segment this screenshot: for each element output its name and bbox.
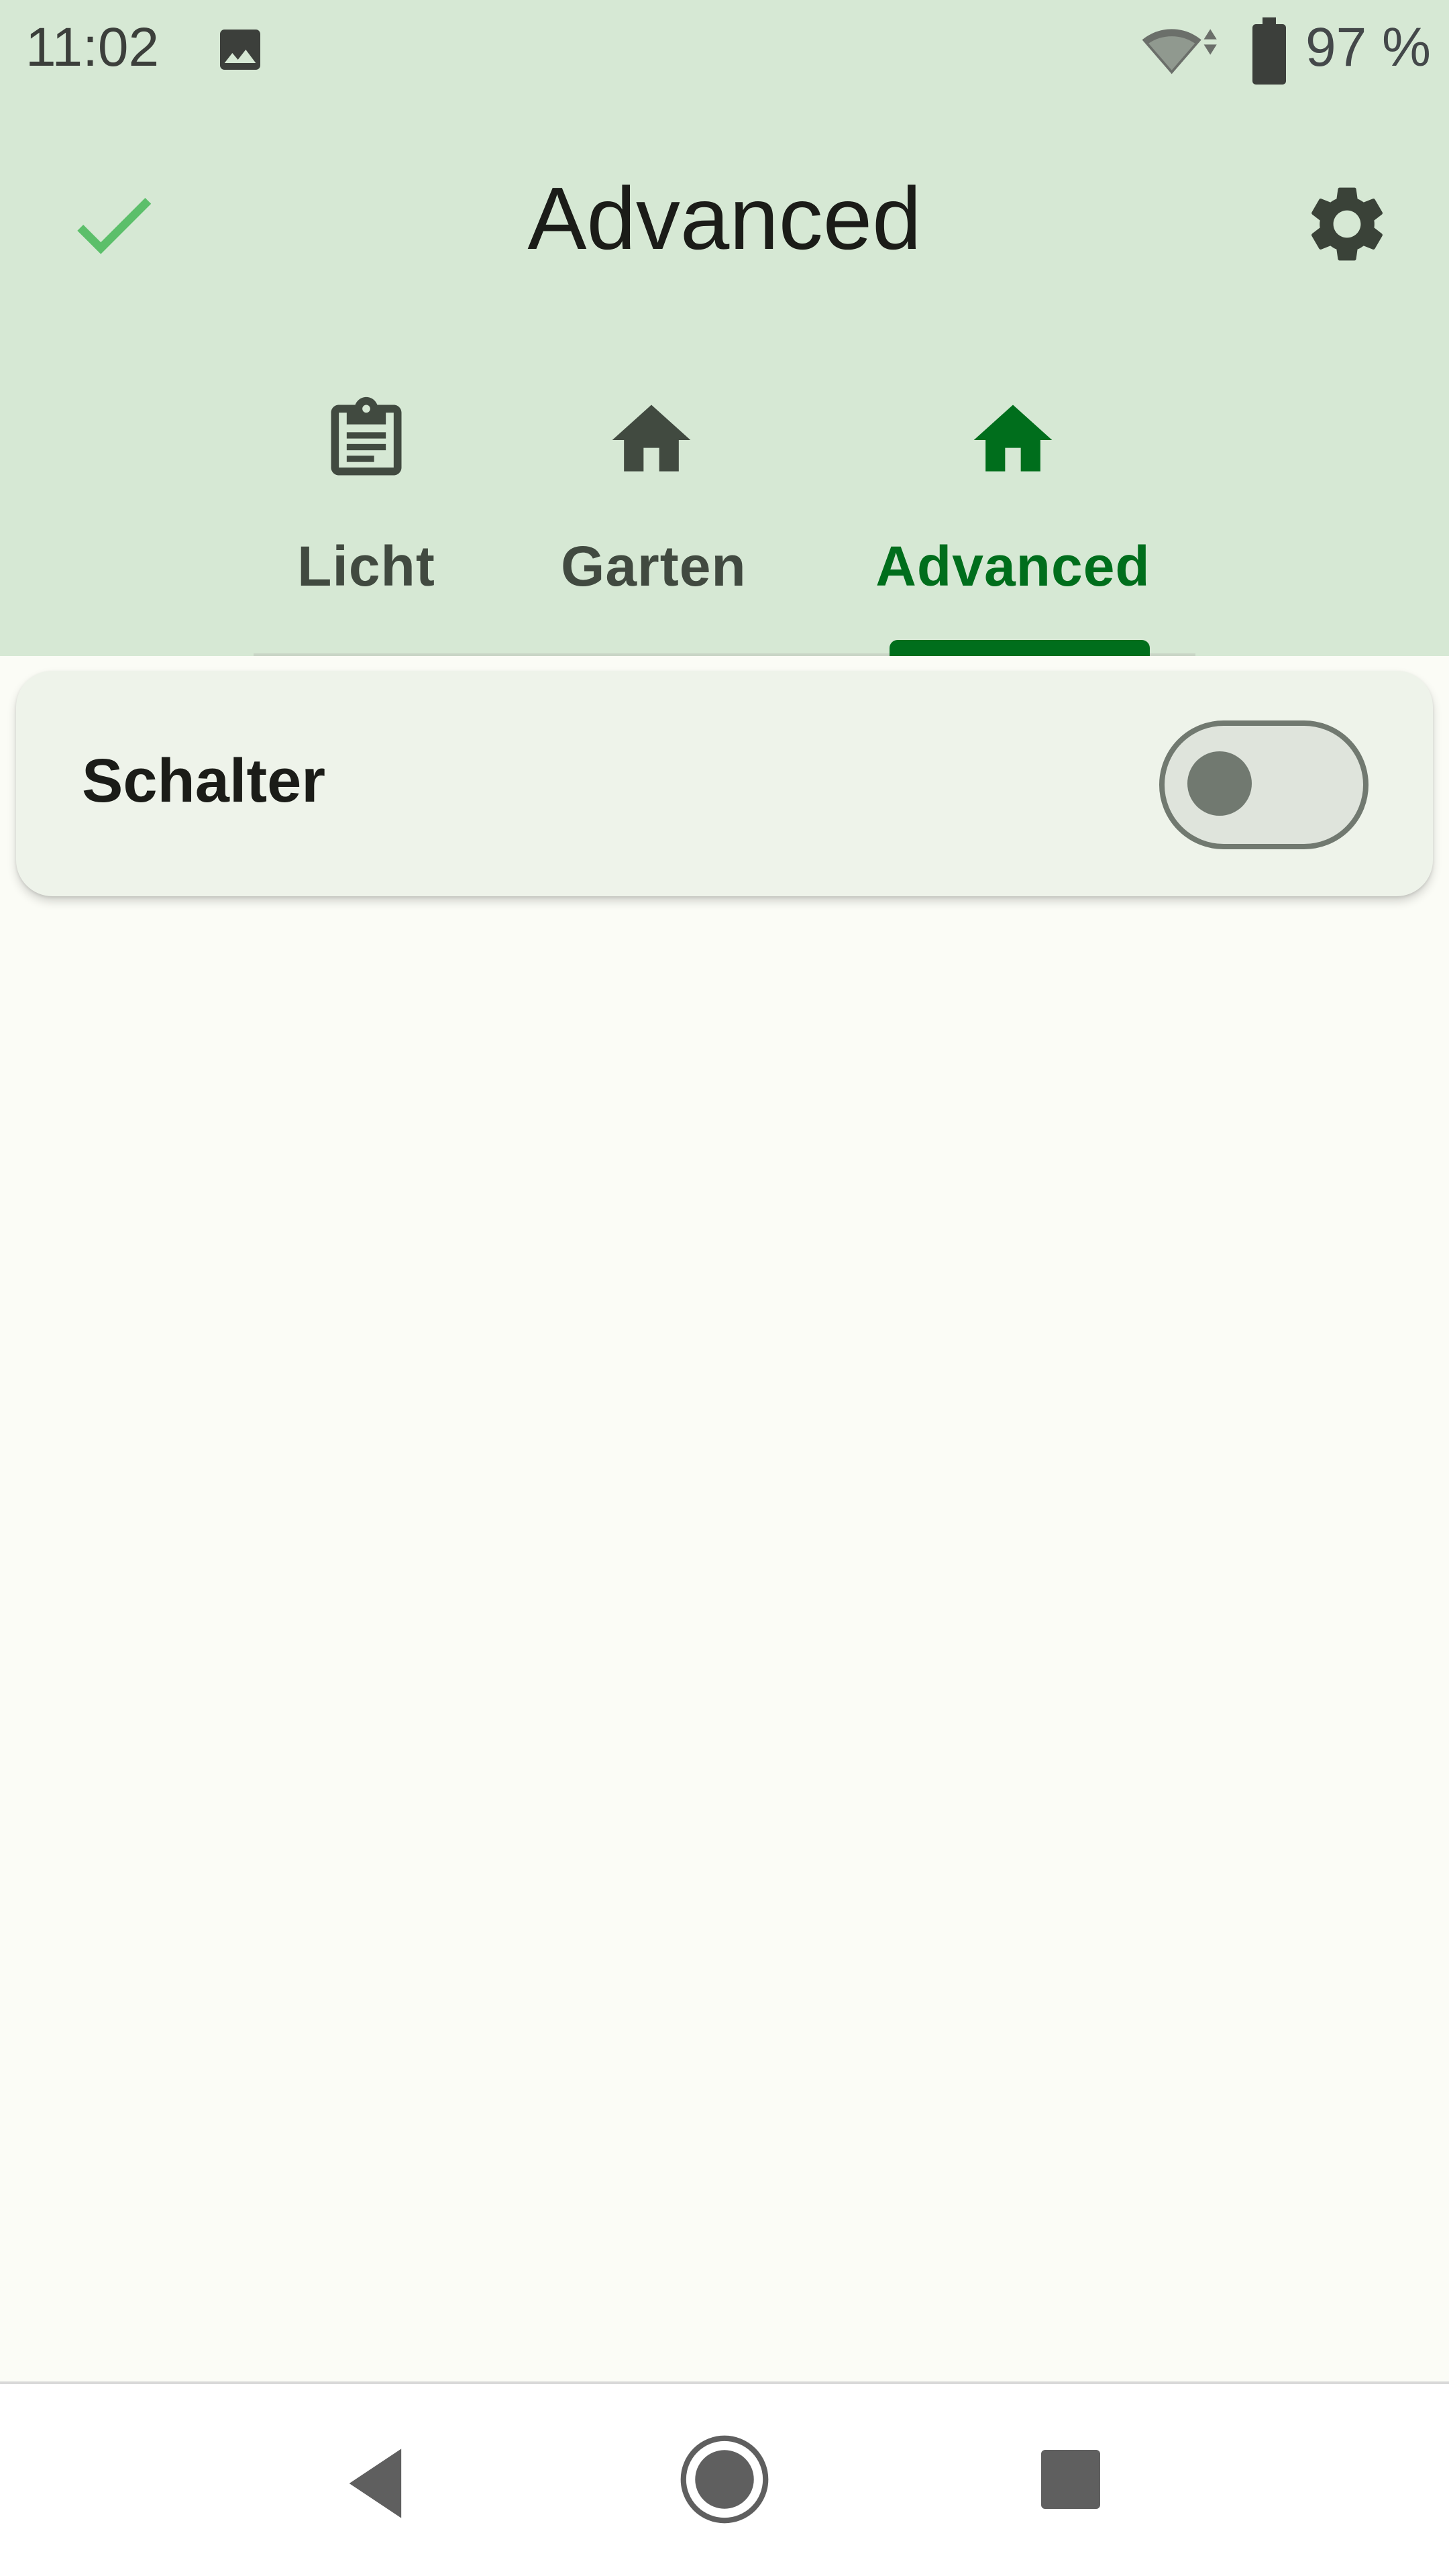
tab-label: Garten <box>561 535 747 598</box>
clipboard-icon <box>331 396 402 476</box>
switch-thumb <box>1187 751 1252 816</box>
schalter-toggle[interactable] <box>1159 720 1368 849</box>
back-icon[interactable] <box>335 2442 419 2525</box>
status-time: 11:02 <box>25 17 160 78</box>
check-icon[interactable] <box>63 174 164 275</box>
status-bar: 11:02 97 % <box>0 0 1449 101</box>
home-circle-icon[interactable] <box>678 2432 771 2526</box>
active-tab-indicator <box>890 640 1150 656</box>
system-navigation-bar <box>0 2384 1449 2576</box>
tab-garten[interactable]: Garten <box>561 376 747 656</box>
gallery-icon <box>220 30 260 70</box>
home-icon <box>612 405 691 472</box>
switch-card: Schalter <box>16 671 1433 896</box>
battery-icon <box>1252 17 1286 85</box>
tab-advanced[interactable]: Advanced <box>872 376 1154 656</box>
wifi-icon <box>1142 29 1217 74</box>
tab-label: Advanced <box>875 535 1150 598</box>
app-header: 11:02 97 % Advanced Licht Garten Advance… <box>0 0 1449 656</box>
page-title: Advanced <box>527 169 922 268</box>
tab-label: Licht <box>297 535 435 598</box>
gear-icon[interactable] <box>1301 178 1393 270</box>
tab-licht[interactable]: Licht <box>279 376 453 656</box>
tab-bar: Licht Garten Advanced <box>254 376 1195 656</box>
home-icon <box>973 405 1053 472</box>
switch-label: Schalter <box>82 747 326 815</box>
battery-percentage: 97 % <box>1305 17 1431 78</box>
recents-icon[interactable] <box>1038 2447 1103 2512</box>
